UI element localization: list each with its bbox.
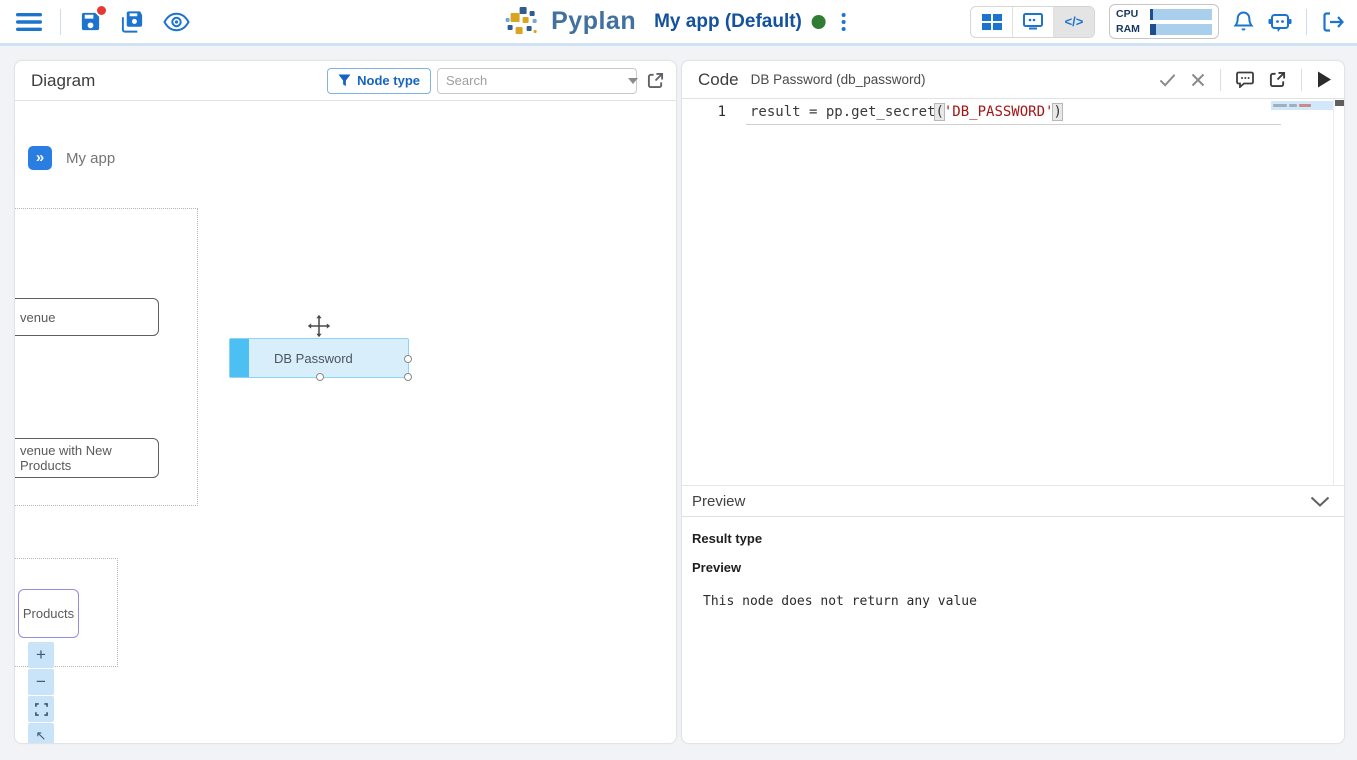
save-all-icon[interactable] — [120, 10, 145, 34]
code-subtitle: DB Password (db_password) — [751, 72, 926, 87]
zoom-in-button[interactable]: + — [28, 642, 54, 668]
diagram-header: Diagram Node type — [15, 61, 676, 101]
node-handle[interactable] — [316, 373, 324, 381]
assistant-icon[interactable] — [1268, 11, 1292, 33]
fullscreen-icon — [35, 703, 48, 716]
diagram-canvas[interactable]: » My app venue DB Password venue with Ne… — [15, 101, 676, 744]
open-external-icon[interactable] — [1269, 71, 1286, 88]
code-header: Code DB Password (db_password) — [682, 61, 1344, 99]
screen-view-icon[interactable] — [1012, 7, 1053, 37]
diagram-node[interactable]: venue — [15, 298, 159, 336]
code-panel: Code DB Password (db_password) 1 — [681, 60, 1345, 744]
dropdown-caret-icon[interactable] — [628, 78, 638, 84]
divider — [1301, 69, 1302, 91]
diagram-panel: Diagram Node type » My app venue DB Pass… — [14, 60, 677, 744]
run-icon[interactable] — [1317, 71, 1332, 88]
node-handle[interactable] — [404, 373, 412, 381]
code-editor[interactable]: 1 result = pp.get_secret('DB_PASSWORD') — [682, 99, 1344, 486]
zoom-out-button[interactable]: − — [28, 669, 54, 695]
diagram-title: Diagram — [31, 71, 95, 91]
preview-eye-icon[interactable] — [163, 12, 190, 32]
node-selection-bar — [230, 339, 249, 377]
model-title[interactable]: My app (Default) — [654, 11, 802, 33]
zoom-controls: + − ↖ — [28, 642, 54, 744]
discard-icon[interactable] — [1191, 73, 1205, 87]
open-external-icon[interactable] — [647, 72, 664, 89]
divider — [60, 9, 61, 35]
preview-section: Preview Result type Preview This node do… — [682, 486, 1344, 609]
preview-message: This node does not return any value — [703, 594, 1344, 609]
view-switcher: </> — [970, 6, 1095, 38]
accept-icon[interactable] — [1159, 73, 1176, 87]
diagram-node-selected[interactable]: DB Password — [229, 338, 409, 378]
search-input[interactable] — [446, 73, 622, 88]
app-name: Pyplan — [551, 7, 636, 36]
preview-header[interactable]: Preview — [682, 486, 1344, 517]
save-icon[interactable] — [79, 10, 102, 33]
cpu-label: CPU — [1116, 8, 1144, 20]
unsaved-badge — [97, 6, 106, 15]
diagram-node[interactable]: Products — [18, 589, 79, 638]
result-type-label: Result type — [692, 531, 1344, 546]
filter-icon — [338, 74, 351, 87]
kebab-menu-icon[interactable] — [836, 11, 852, 33]
breadcrumb: » My app — [28, 146, 115, 170]
code-view-icon[interactable]: </> — [1053, 7, 1094, 37]
table-view-icon[interactable] — [971, 7, 1012, 37]
preview-label: Preview — [692, 560, 1344, 575]
pyplan-logo-icon — [505, 5, 541, 39]
diagram-search — [437, 68, 637, 94]
node-handle[interactable] — [404, 355, 412, 363]
breadcrumb-label: My app — [66, 150, 115, 167]
menu-icon[interactable] — [16, 12, 42, 32]
divider — [1220, 69, 1221, 91]
reset-origin-button[interactable]: ↖ — [28, 723, 54, 744]
divider — [1306, 9, 1307, 35]
node-type-label: Node type — [357, 73, 420, 88]
ram-label: RAM — [1116, 23, 1144, 35]
comment-icon[interactable] — [1236, 71, 1254, 88]
ram-bar — [1150, 24, 1212, 35]
cpu-bar — [1150, 9, 1212, 20]
diagram-node[interactable]: venue with New Products — [15, 438, 159, 478]
status-dot — [812, 15, 826, 29]
minimap-separator — [1333, 99, 1334, 485]
editor-scrollbar[interactable] — [1335, 100, 1345, 106]
resource-meter: CPU RAM — [1109, 4, 1219, 39]
collapse-icon[interactable] — [1310, 496, 1330, 507]
fit-screen-button[interactable] — [28, 696, 54, 722]
minimap[interactable] — [1271, 101, 1333, 110]
expand-chevrons-icon[interactable]: » — [28, 146, 52, 170]
logout-icon[interactable] — [1321, 11, 1345, 33]
topbar: Pyplan My app (Default) </> CPU RAM — [0, 0, 1357, 46]
code-title: Code — [698, 70, 739, 90]
move-cursor-icon — [306, 313, 332, 339]
line-number: 1 — [706, 104, 726, 120]
code-line[interactable]: result = pp.get_secret('DB_PASSWORD') — [750, 104, 1062, 120]
node-type-filter-button[interactable]: Node type — [327, 68, 431, 94]
bell-icon[interactable] — [1233, 10, 1254, 33]
